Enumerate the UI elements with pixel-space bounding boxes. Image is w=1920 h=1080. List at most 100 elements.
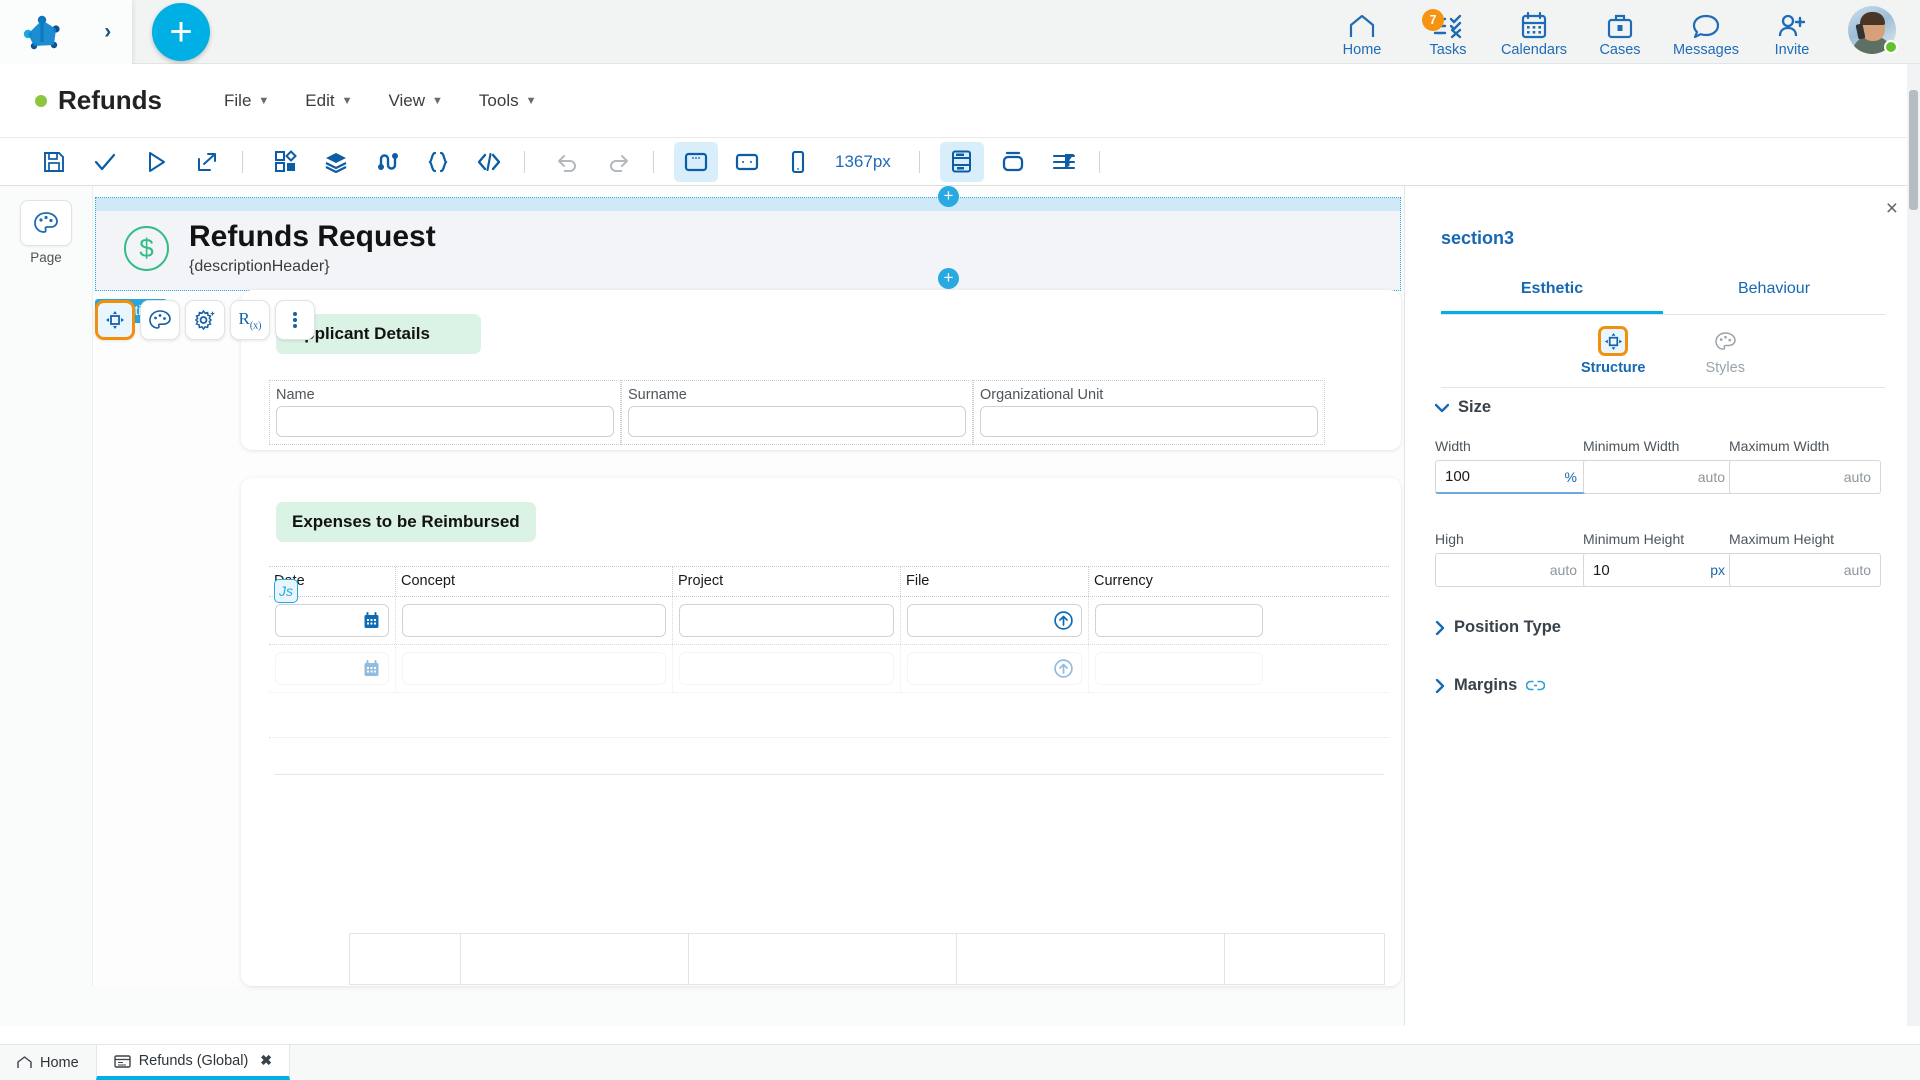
avatar[interactable] (1848, 5, 1898, 56)
menu-file[interactable]: File ▼ (224, 91, 269, 111)
expand-sidebar-icon[interactable]: › (104, 20, 111, 44)
publish-export-icon[interactable] (185, 142, 229, 182)
file-upload-input[interactable] (907, 652, 1082, 685)
nav-item-tasks[interactable]: 7 Tasks (1418, 8, 1478, 58)
cell-file[interactable] (901, 597, 1089, 644)
field-high-input[interactable]: auto (1435, 553, 1587, 587)
footer-tab-refunds[interactable]: Refunds (Global) ✖ (95, 1045, 291, 1080)
summary-cell[interactable] (349, 933, 461, 985)
close-icon[interactable]: × (1886, 198, 1898, 219)
container-icon[interactable] (991, 142, 1035, 182)
page-tool-button[interactable]: Page (19, 200, 73, 265)
layers-icon[interactable] (314, 142, 358, 182)
field-minimum-width-input[interactable]: auto (1583, 460, 1735, 494)
currency-input[interactable] (1095, 652, 1263, 685)
field-surname[interactable]: Surname (621, 380, 973, 445)
footer-tab-home[interactable]: Home (0, 1045, 96, 1080)
summary-cell[interactable] (957, 933, 1225, 985)
nav-item-invite[interactable]: Invite (1762, 11, 1822, 58)
field-maximum-width-input[interactable]: auto (1729, 460, 1881, 494)
date-input[interactable] (275, 604, 389, 637)
subtab-styles[interactable]: Styles (1705, 326, 1745, 376)
field-input-surname[interactable] (628, 406, 966, 437)
cell-file[interactable] (901, 645, 1089, 692)
accordion-margins[interactable]: Margins (1435, 676, 1546, 695)
js-script-badge[interactable]: Js (274, 579, 298, 603)
calendar-icon[interactable] (363, 659, 380, 678)
expression-braces-icon[interactable] (416, 142, 460, 182)
cell-concept[interactable] (396, 597, 673, 644)
create-new-button[interactable]: + (152, 2, 210, 61)
cell-date[interactable] (269, 645, 396, 692)
mobile-view-icon[interactable] (776, 142, 820, 182)
currency-input[interactable] (1095, 604, 1263, 637)
field-maximum-height-input[interactable]: auto (1729, 553, 1881, 587)
add-section-above-handle[interactable]: + (938, 186, 959, 207)
code-icon[interactable] (467, 142, 511, 182)
structure-move-icon[interactable] (95, 300, 135, 340)
widgets-grid-icon[interactable] (263, 142, 307, 182)
menu-view[interactable]: View ▼ (388, 91, 442, 111)
summary-cell[interactable] (1225, 933, 1385, 985)
field-minimum-height-input[interactable]: 10 px (1583, 553, 1735, 587)
upload-icon[interactable] (1054, 611, 1073, 630)
cell-concept[interactable] (396, 645, 673, 692)
form-rules-icon[interactable] (1042, 142, 1086, 182)
cell-project[interactable] (673, 645, 901, 692)
menu-tools[interactable]: Tools ▼ (479, 91, 537, 111)
tablet-view-icon[interactable] (725, 142, 769, 182)
close-icon[interactable]: ✖ (260, 1052, 272, 1069)
upload-icon[interactable] (1054, 659, 1073, 678)
cell-date[interactable] (269, 597, 396, 644)
nav-item-home[interactable]: Home (1332, 11, 1392, 58)
rules-rx-icon[interactable]: R(x) (230, 300, 270, 340)
redo-icon[interactable] (596, 142, 640, 182)
validate-check-icon[interactable] (83, 142, 127, 182)
accordion-position-type[interactable]: Position Type (1435, 618, 1561, 637)
nav-item-calendars[interactable]: Calendars (1501, 11, 1567, 58)
field-organizational-unit[interactable]: Organizational Unit (973, 380, 1325, 445)
calendar-icon[interactable] (363, 611, 380, 630)
project-input[interactable] (679, 652, 894, 685)
table-row[interactable]: Js (269, 579, 1389, 645)
cell-currency[interactable] (1089, 645, 1269, 692)
properties-panel-title: section3 (1441, 228, 1515, 248)
settings-gear-icon[interactable] (185, 300, 225, 340)
tab-behaviour[interactable]: Behaviour (1663, 268, 1885, 314)
concept-input[interactable] (402, 604, 666, 637)
nav-item-cases[interactable]: Cases (1590, 11, 1650, 58)
nav-item-messages[interactable]: Messages (1673, 11, 1739, 58)
add-section-below-handle[interactable]: + (938, 268, 959, 289)
field-input-organizational-unit[interactable] (980, 406, 1318, 437)
concept-input[interactable] (402, 652, 666, 685)
cell-currency[interactable] (1089, 597, 1269, 644)
flow-connector-icon[interactable] (365, 142, 409, 182)
cell-project[interactable] (673, 597, 901, 644)
menu-edit[interactable]: Edit ▼ (305, 91, 352, 111)
form-small-icon (113, 1054, 131, 1068)
tab-esthetic[interactable]: Esthetic (1441, 268, 1663, 314)
bizagi-logo-icon[interactable] (21, 12, 63, 52)
more-options-icon[interactable] (275, 300, 315, 340)
date-input[interactable] (275, 652, 389, 685)
vertical-scrollbar[interactable] (1907, 64, 1920, 1026)
summary-cell[interactable] (461, 933, 689, 985)
file-upload-input[interactable] (907, 604, 1082, 637)
undo-icon[interactable] (545, 142, 589, 182)
field-width-input[interactable]: 100 % (1435, 460, 1587, 494)
table-row[interactable] (269, 645, 1389, 693)
palette-icon[interactable] (140, 300, 180, 340)
subtab-structure[interactable]: Structure (1581, 326, 1645, 376)
run-play-icon[interactable] (134, 142, 178, 182)
selected-section-header[interactable]: $ Refunds Request {descriptionHeader} (95, 197, 1401, 291)
page-layout-icon[interactable] (939, 141, 984, 182)
project-input[interactable] (679, 604, 894, 637)
save-icon[interactable] (32, 142, 76, 182)
desktop-view-icon[interactable] (674, 141, 718, 182)
summary-cell[interactable] (689, 933, 957, 985)
vscroll-thumb[interactable] (1909, 90, 1918, 210)
field-input-name[interactable] (276, 406, 614, 437)
accordion-size[interactable]: Size (1435, 398, 1491, 417)
field-name[interactable]: Name (269, 380, 621, 445)
link-icon[interactable] (1526, 679, 1546, 692)
